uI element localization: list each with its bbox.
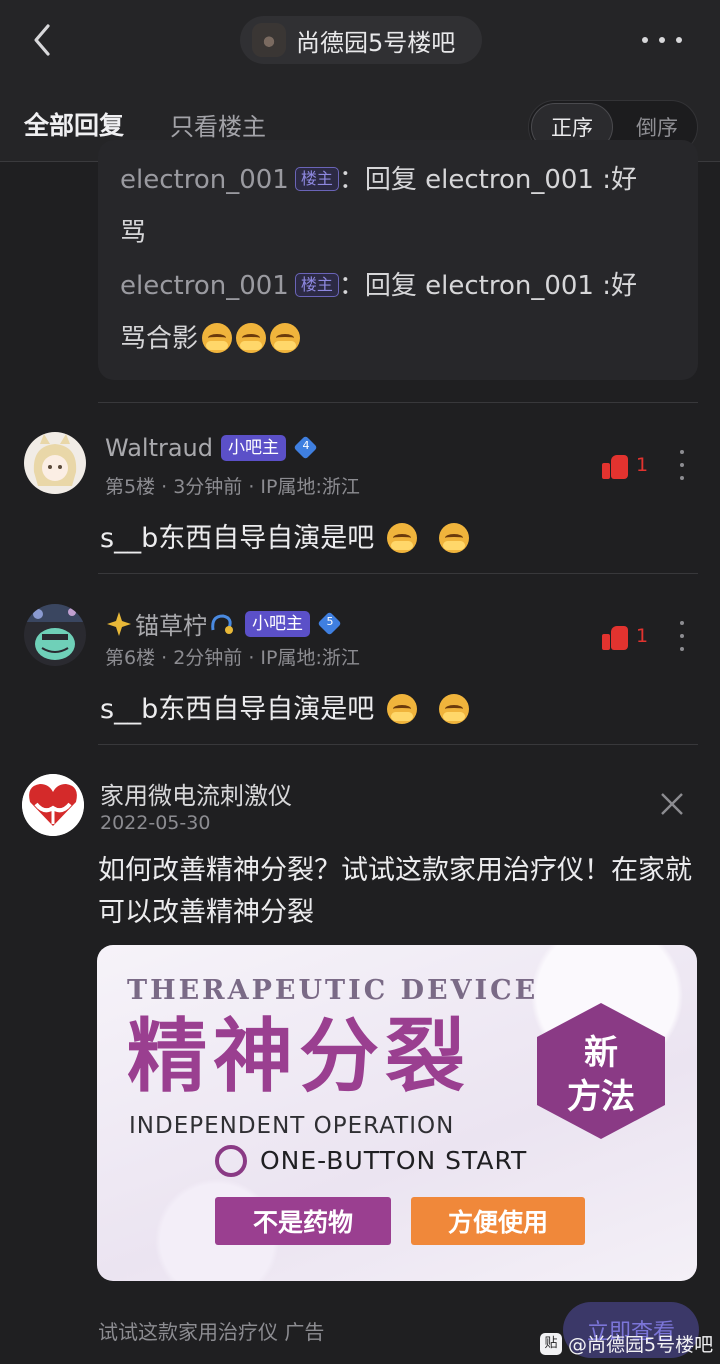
post-meta: 第6楼 · 2分钟前 · IP属地:浙江 xyxy=(105,647,360,669)
sub-reply-user[interactable]: electron_001 xyxy=(120,165,289,195)
sub-reply-text: 回复 electron_001 :好 xyxy=(364,271,637,301)
sub-reply-text: 回复 electron_001 :好 xyxy=(364,165,637,195)
advertiser-logo[interactable] xyxy=(22,774,84,836)
tab-all-replies[interactable]: 全部回复 xyxy=(24,106,124,142)
banner-big-title: 精神分裂 xyxy=(127,1010,471,1103)
hug-emoji-icon xyxy=(386,523,417,553)
more-options-icon[interactable] xyxy=(642,30,682,50)
user-line: Waltraud 小吧主 4 xyxy=(105,434,318,462)
ad-footer-label: 试试这款家用治疗仪 广告 xyxy=(98,1320,325,1344)
forum-name: 尚德园5号楼吧 xyxy=(296,28,456,57)
sub-reply-box[interactable]: electron_001 楼主 ：回复 electron_001 :好骂 elect… xyxy=(98,140,698,380)
swirl-icon xyxy=(211,613,233,634)
sub-reply-user[interactable]: electron_001 xyxy=(120,271,289,301)
advertiser-name[interactable]: 家用微电流刺激仪 xyxy=(100,776,292,811)
user-line: 锚草柠 小吧主 5 xyxy=(105,606,342,641)
sub-reply: electron_001 楼主 ：回复 electron_001 :好 骂合影 xyxy=(120,271,637,354)
banner-eng-title: THERAPEUTIC DEVICE xyxy=(127,975,539,1006)
hug-emoji-icon xyxy=(439,694,470,724)
hug-emoji-icon xyxy=(439,523,470,553)
hug-emoji-icon xyxy=(386,694,417,724)
thumbs-up-icon xyxy=(602,622,628,650)
op-tag: 楼主 xyxy=(294,167,339,191)
divider xyxy=(98,744,698,745)
post-text: s__b东西自导自演是吧 xyxy=(100,687,470,726)
like-button[interactable]: 1 xyxy=(594,619,650,653)
ad-date: 2022-05-30 xyxy=(100,812,211,834)
banner-tag-convenient: 方便使用 xyxy=(411,1197,585,1245)
thumbs-up-icon xyxy=(602,451,628,479)
hug-emoji-icon xyxy=(270,323,301,353)
moderator-badge: 小吧主 xyxy=(245,610,310,637)
back-arrow-icon[interactable] xyxy=(28,22,58,58)
forum-title-pill[interactable]: 尚德园5号楼吧 xyxy=(240,16,482,64)
sub-reply-text-cont: 骂 xyxy=(120,218,147,248)
level-gem-icon: 5 xyxy=(318,612,342,636)
sub-reply: electron_001 楼主 ：回复 electron_001 :好骂 xyxy=(120,165,637,248)
ad-text: 如何改善精神分裂？试试这款家用治疗仪！在家就可以改善精神分裂 xyxy=(98,855,692,928)
top-bar: 尚德园5号楼吧 xyxy=(0,0,720,80)
banner-subtitle: INDEPENDENT OPERATION xyxy=(129,1113,455,1139)
divider xyxy=(98,573,698,574)
banner-hex-badge: 新 方法 xyxy=(537,1003,665,1139)
forum-avatar xyxy=(252,23,286,57)
post-menu-icon[interactable] xyxy=(678,450,686,480)
post-menu-icon[interactable] xyxy=(678,621,686,651)
tieba-logo-icon: 贴 xyxy=(540,1332,562,1355)
moderator-badge: 小吧主 xyxy=(221,435,286,461)
sparkle-star-icon xyxy=(107,611,131,636)
sub-reply-text-cont: 骂合影 xyxy=(120,324,199,354)
avatar[interactable] xyxy=(24,432,86,494)
username[interactable]: Waltraud xyxy=(105,434,213,462)
like-count: 1 xyxy=(636,454,649,476)
like-count: 1 xyxy=(636,625,649,647)
power-ring-icon xyxy=(215,1145,247,1177)
like-button[interactable]: 1 xyxy=(594,448,650,482)
avatar[interactable] xyxy=(24,604,86,666)
watermark: 贴 @尚德园5号楼吧 xyxy=(540,1330,713,1357)
username[interactable]: 锚草柠 xyxy=(135,606,207,641)
post-text: s__b东西自导自演是吧 xyxy=(100,516,470,555)
hug-emoji-icon xyxy=(202,323,233,353)
banner-subtitle-2: ONE-BUTTON START xyxy=(260,1146,528,1175)
close-icon[interactable] xyxy=(658,790,686,818)
hug-emoji-icon xyxy=(236,323,267,353)
ad-banner-image[interactable]: THERAPEUTIC DEVICE 精神分裂 新 方法 INDEPENDENT… xyxy=(97,945,697,1281)
divider xyxy=(98,402,698,403)
post-meta: 第5楼 · 3分钟前 · IP属地:浙江 xyxy=(105,476,360,498)
op-tag: 楼主 xyxy=(294,273,339,297)
tab-op-only[interactable]: 只看楼主 xyxy=(170,107,266,142)
level-gem-icon: 4 xyxy=(294,436,318,460)
banner-tag-not-drug: 不是药物 xyxy=(215,1197,391,1245)
